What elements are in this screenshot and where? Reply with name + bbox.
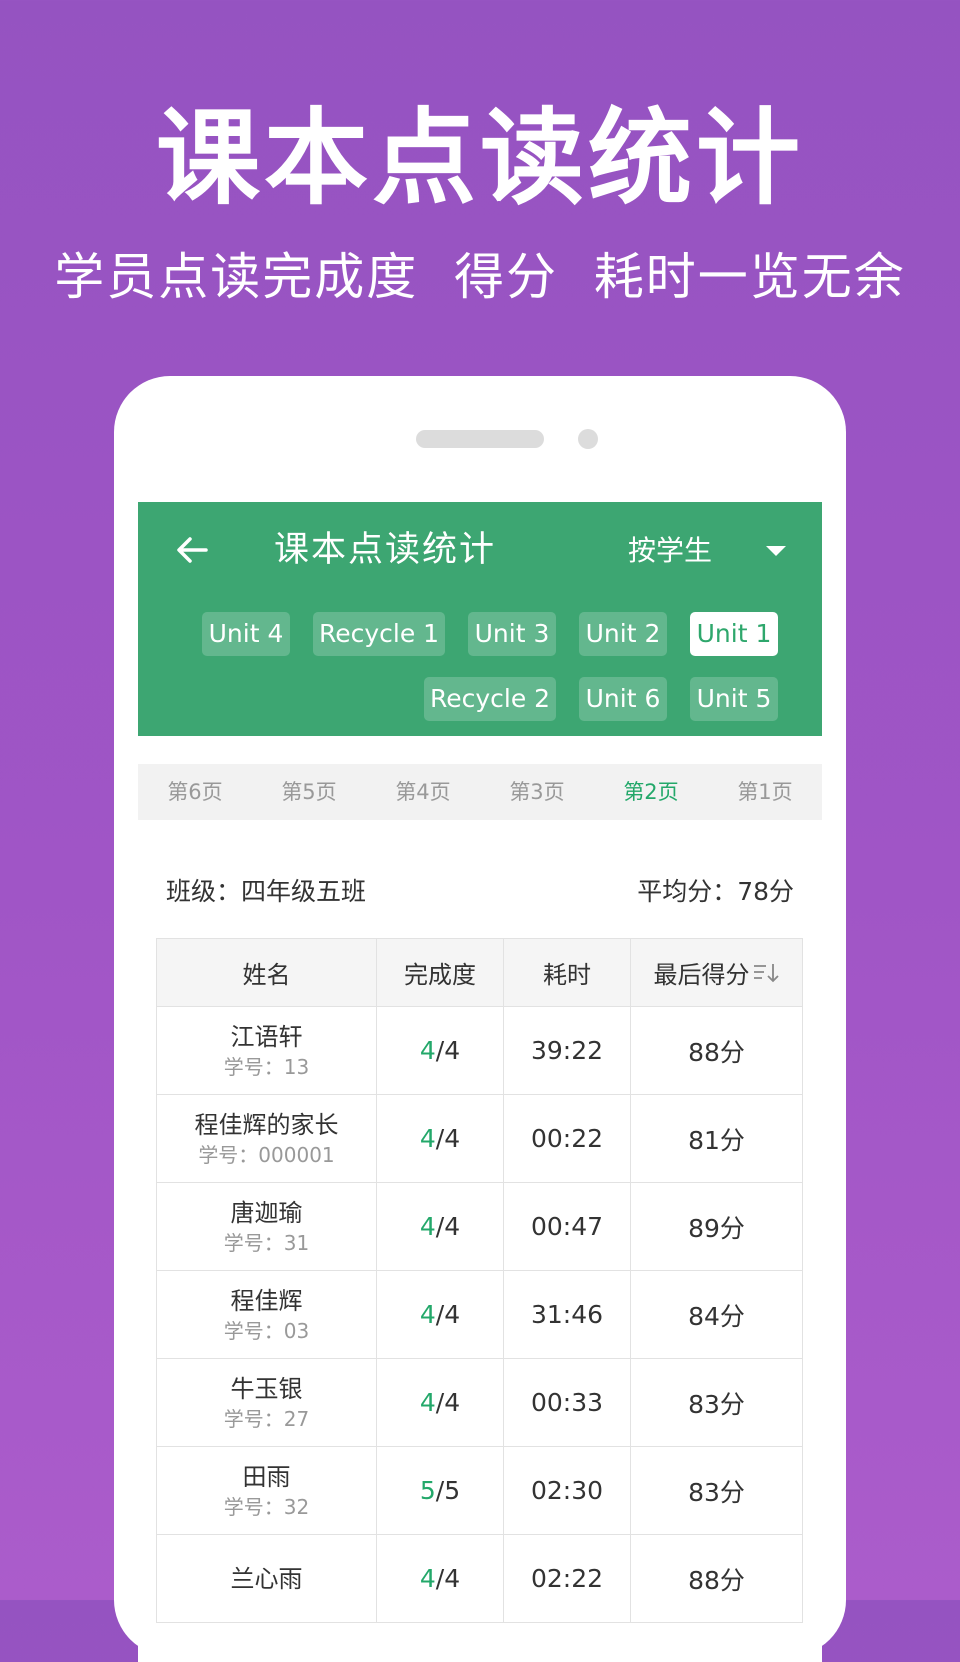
- score-cell: 83分: [631, 1359, 803, 1447]
- page-tab[interactable]: 第6页: [138, 764, 252, 820]
- completed-count: 4: [419, 1212, 436, 1241]
- completed-count: 5: [419, 1476, 436, 1505]
- student-cell: 程佳辉学号：03: [157, 1271, 377, 1359]
- student-name: 唐迦瑜: [230, 1198, 303, 1227]
- time-cell: 00:22: [504, 1095, 631, 1183]
- page-tab[interactable]: 第4页: [366, 764, 480, 820]
- total-count: /4: [435, 1124, 461, 1153]
- completion-cell: 5/5: [377, 1447, 504, 1535]
- table-row[interactable]: 江语轩 学号：13 4/4 39:22 88分: [157, 1007, 803, 1095]
- student-cell: 程佳辉的家长学号：000001: [157, 1095, 377, 1183]
- sort-icon[interactable]: [752, 962, 780, 984]
- header-last-score[interactable]: 最后得分: [631, 939, 803, 1007]
- completion-cell: 4/4: [377, 1095, 504, 1183]
- total-count: /4: [435, 1564, 461, 1593]
- page-tab[interactable]: 第2页: [594, 764, 708, 820]
- table-body: 江语轩 学号：13 4/4 39:22 88分 程佳辉的家长 学号：000001 4/4 00:…: [157, 1007, 803, 1623]
- unit-tab[interactable]: Unit 6: [579, 677, 667, 721]
- completion-cell: 4/4: [377, 1183, 504, 1271]
- time-cell: 00:47: [504, 1183, 631, 1271]
- completion-cell: 4/4: [377, 1007, 504, 1095]
- student-name: 牛玉银: [230, 1374, 303, 1403]
- student-table: 姓名 完成度 耗时 最后得分 江语轩 学号：13 4/4 39:22 88分 程佳辉的家长…: [156, 938, 803, 1623]
- unit-tab[interactable]: Recycle 2: [424, 677, 556, 721]
- table-row[interactable]: 田雨 学号：32 5/5 02:30 83分: [157, 1447, 803, 1535]
- unit-tab[interactable]: Unit 2: [579, 612, 667, 656]
- student-id: 学号：13: [223, 1054, 310, 1079]
- table-header-row: 姓名 完成度 耗时 最后得分: [157, 939, 803, 1007]
- app-title: 课本点读统计: [274, 530, 497, 570]
- student-name: 田雨: [242, 1462, 291, 1491]
- completed-count: 4: [419, 1124, 436, 1153]
- score-cell: 88分: [631, 1535, 803, 1623]
- completed-count: 4: [419, 1564, 436, 1593]
- unit-tab[interactable]: Unit 3: [468, 612, 556, 656]
- student-id: 学号：32: [223, 1494, 310, 1519]
- class-label: 班级：四年级五班: [166, 877, 367, 906]
- phone-camera: [578, 429, 598, 449]
- student-cell: 唐迦瑜学号：31: [157, 1183, 377, 1271]
- student-name: 程佳辉的家长: [194, 1110, 339, 1139]
- arrow-left-icon[interactable]: [172, 530, 212, 570]
- student-id: 学号：000001: [198, 1142, 335, 1167]
- table-row[interactable]: 兰心雨 4/4 02:22 88分: [157, 1535, 803, 1623]
- phone-frame: 课本点读统计 按学生 Unit 4 Recycle 1 Unit 3 Unit 2 Un…: [114, 376, 846, 1662]
- time-cell: 02:22: [504, 1535, 631, 1623]
- table-row[interactable]: 程佳辉的家长 学号：000001 4/4 00:22 81分: [157, 1095, 803, 1183]
- page-tabs: 第6页 第5页 第4页 第3页 第2页 第1页: [138, 764, 822, 820]
- student-cell: 牛玉银学号：27: [157, 1359, 377, 1447]
- page-tab[interactable]: 第3页: [480, 764, 594, 820]
- header-last-score-label: 最后得分: [653, 961, 750, 989]
- mode-dropdown-label[interactable]: 按学生: [628, 526, 712, 576]
- score-cell: 81分: [631, 1095, 803, 1183]
- score-cell: 84分: [631, 1271, 803, 1359]
- student-name: 江语轩: [230, 1022, 303, 1051]
- student-cell: 江语轩学号：13: [157, 1007, 377, 1095]
- student-cell: 田雨学号：32: [157, 1447, 377, 1535]
- total-count: /4: [435, 1388, 461, 1417]
- student-name: 程佳辉: [230, 1286, 303, 1315]
- time-cell: 39:22: [504, 1007, 631, 1095]
- student-id: 学号：31: [223, 1230, 310, 1255]
- average-score: 平均分：78分: [637, 877, 794, 906]
- table-row[interactable]: 唐迦瑜 学号：31 4/4 00:47 89分: [157, 1183, 803, 1271]
- score-cell: 83分: [631, 1447, 803, 1535]
- page-tab[interactable]: 第1页: [708, 764, 822, 820]
- unit-tab[interactable]: Unit 4: [202, 612, 290, 656]
- caret-down-icon[interactable]: [766, 546, 786, 556]
- unit-tab[interactable]: Unit 5: [690, 677, 778, 721]
- table-row[interactable]: 牛玉银 学号：27 4/4 00:33 83分: [157, 1359, 803, 1447]
- completed-count: 4: [419, 1388, 436, 1417]
- completion-cell: 4/4: [377, 1271, 504, 1359]
- page-tab[interactable]: 第5页: [252, 764, 366, 820]
- time-cell: 02:30: [504, 1447, 631, 1535]
- student-cell: 兰心雨: [157, 1535, 377, 1623]
- student-id: 学号：27: [223, 1406, 310, 1431]
- total-count: /4: [435, 1036, 461, 1065]
- phone-screen: 课本点读统计 按学生 Unit 4 Recycle 1 Unit 3 Unit 2 Un…: [138, 502, 822, 1662]
- score-cell: 89分: [631, 1183, 803, 1271]
- completion-cell: 4/4: [377, 1535, 504, 1623]
- table-row[interactable]: 程佳辉 学号：03 4/4 31:46 84分: [157, 1271, 803, 1359]
- header-time: 耗时: [504, 939, 631, 1007]
- completion-cell: 4/4: [377, 1359, 504, 1447]
- time-cell: 31:46: [504, 1271, 631, 1359]
- total-count: /4: [435, 1212, 461, 1241]
- completed-count: 4: [419, 1036, 436, 1065]
- phone-speaker: [416, 430, 544, 448]
- total-count: /4: [435, 1300, 461, 1329]
- time-cell: 00:33: [504, 1359, 631, 1447]
- promo-headline: 课本点读统计: [155, 97, 804, 219]
- promo-subline: 学员点读完成度 得分 耗时一览无余: [54, 248, 906, 306]
- unit-tab[interactable]: Recycle 1: [313, 612, 445, 656]
- app-bar: 课本点读统计 按学生 Unit 4 Recycle 1 Unit 3 Unit 2 Un…: [138, 502, 822, 736]
- student-id: 学号：03: [223, 1318, 310, 1343]
- score-cell: 88分: [631, 1007, 803, 1095]
- unit-tab[interactable]: Unit 1: [690, 612, 778, 656]
- total-count: /5: [435, 1476, 461, 1505]
- student-name: 兰心雨: [230, 1564, 303, 1593]
- completed-count: 4: [419, 1300, 436, 1329]
- header-name: 姓名: [157, 939, 377, 1007]
- header-completion: 完成度: [377, 939, 504, 1007]
